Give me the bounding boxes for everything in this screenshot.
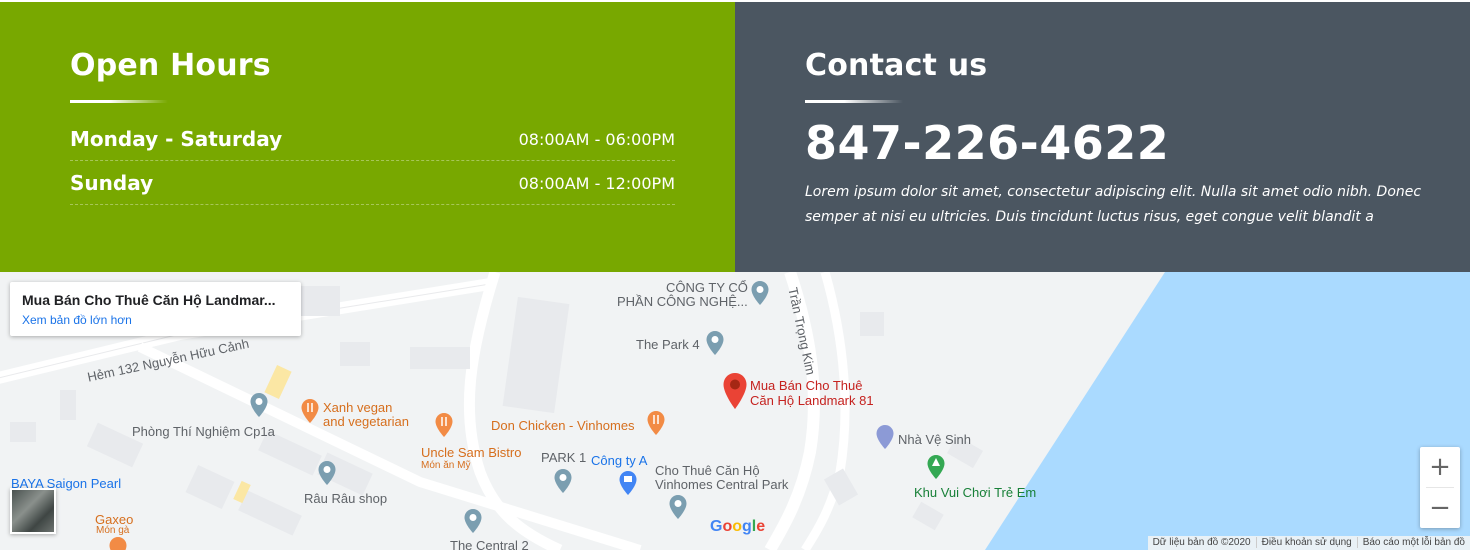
map-label: CÔNG TY CỔ: [666, 280, 748, 295]
map-label: Cho Thuê Căn Hộ: [655, 463, 760, 478]
map-label: The Central 2: [450, 538, 529, 550]
place-pin-icon[interactable]: [317, 460, 337, 486]
park-pin-icon[interactable]: [926, 454, 946, 480]
marker-label: Căn Hộ Landmark 81: [750, 393, 874, 408]
zoom-control: + −: [1420, 447, 1460, 528]
map-label: Râu Râu shop: [304, 491, 388, 506]
open-hours-panel: Open Hours Monday - Saturday 08:00AM - 0…: [0, 2, 735, 272]
phone-number[interactable]: 847-226-4622: [805, 116, 1169, 170]
shopping-pin-icon[interactable]: [618, 470, 638, 496]
map-label: Xanh vegan: [323, 400, 393, 415]
view-larger-map-link[interactable]: Xem bản đồ lớn hơn: [22, 313, 132, 327]
hours-day: Monday - Saturday: [70, 127, 283, 151]
map-label: The Park 4: [636, 337, 700, 352]
contact-title: Contact us: [805, 48, 988, 83]
map-label: Món ăn Mỹ: [421, 460, 471, 471]
location-marker-icon[interactable]: [722, 372, 748, 410]
map-label: Nhà Vệ Sinh: [898, 432, 971, 447]
map-label: Vinhomes Central Park: [655, 477, 789, 492]
hours-row: Sunday 08:00AM - 12:00PM: [70, 164, 675, 205]
place-pin-icon[interactable]: [463, 508, 483, 534]
map-data-credit: Dữ liệu bản đồ ©2020: [1152, 537, 1251, 548]
place-pin-icon[interactable]: [553, 468, 573, 494]
open-hours-title: Open Hours: [70, 48, 271, 83]
hours-time: 08:00AM - 06:00PM: [518, 130, 675, 149]
contact-panel: Contact us 847-226-4622 Lorem ipsum dolo…: [735, 2, 1470, 272]
zoom-in-button[interactable]: +: [1420, 447, 1460, 487]
map-label: Công ty A: [591, 453, 648, 468]
zoom-out-button[interactable]: −: [1420, 488, 1460, 528]
map-label: Uncle Sam Bistro: [421, 445, 522, 460]
title-underline: [70, 100, 168, 103]
hours-time: 08:00AM - 12:00PM: [518, 174, 675, 193]
place-pin-icon[interactable]: [668, 494, 688, 520]
title-underline: [805, 100, 903, 103]
map-label: Phòng Thí Nghiệm Cp1a: [132, 424, 275, 439]
marker-label: Mua Bán Cho Thuê: [750, 378, 863, 393]
hours-row: Monday - Saturday 08:00AM - 06:00PM: [70, 120, 675, 161]
place-pin-icon[interactable]: [249, 392, 269, 418]
restaurant-pin-icon[interactable]: [434, 412, 454, 438]
restaurant-pin-icon[interactable]: [108, 536, 128, 550]
satellite-toggle-button[interactable]: [10, 488, 56, 534]
restaurant-pin-icon[interactable]: [300, 398, 320, 424]
restaurant-pin-icon[interactable]: [646, 410, 666, 436]
map-label: Don Chicken - Vinhomes: [491, 418, 635, 433]
map-info-card: Mua Bán Cho Thuê Căn Hộ Landmar... Xem b…: [10, 282, 301, 336]
hours-day: Sunday: [70, 171, 154, 195]
map-embed[interactable]: Mua Bán Cho Thuê Căn Hộ Landmar... Xem b…: [0, 272, 1470, 550]
map-label: Món gà: [96, 525, 130, 536]
place-pin-icon[interactable]: [750, 280, 770, 306]
map-label: PHẦN CÔNG NGHỆ...: [617, 294, 748, 309]
report-error-link[interactable]: Báo cáo một lỗi bản đồ: [1356, 537, 1470, 548]
google-logo: Google: [710, 518, 766, 535]
map-label: and vegetarian: [323, 414, 410, 429]
map-footer: Dữ liệu bản đồ ©2020 Điều khoản sử dụng Bá…: [1147, 536, 1470, 550]
restroom-pin-icon[interactable]: [875, 424, 895, 450]
contact-description: Lorem ipsum dolor sit amet, consectetur …: [805, 184, 1422, 225]
terms-link[interactable]: Điều khoản sử dụng: [1255, 537, 1357, 548]
map-place-name: Mua Bán Cho Thuê Căn Hộ Landmar...: [22, 292, 276, 308]
place-pin-icon[interactable]: [705, 330, 725, 356]
map-label: Khu Vui Chơi Trẻ Em: [914, 485, 1037, 500]
map-label: PARK 1: [541, 450, 587, 465]
